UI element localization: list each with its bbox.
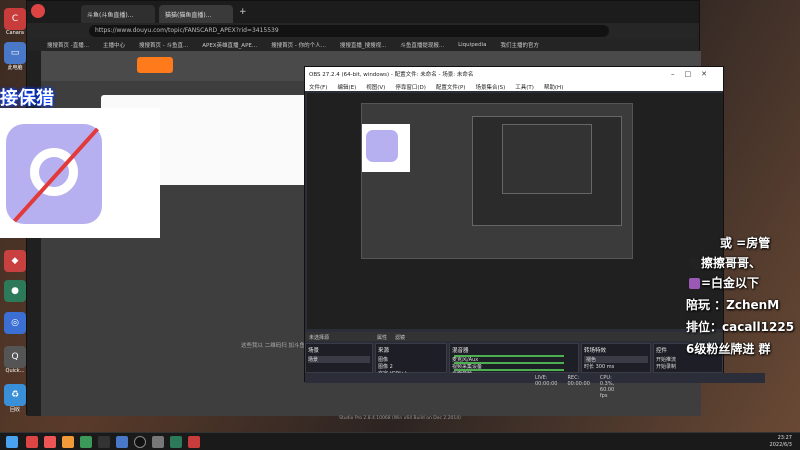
bookmark-item[interactable]: 搜搜直播_搜搜视... [340,41,387,49]
source-toolbar: 未选择源 属性 滤镜 [305,332,723,341]
bookmark-item[interactable]: Liquipedia [458,42,486,48]
sources-dock: 来源 图像 图像 2 文字 (GDI+) [375,343,447,377]
rec-status: REC: 00:00:00 [567,375,590,387]
volume-meter [454,355,564,357]
overlay-line-fans: 6级粉丝牌进 群 [686,342,771,356]
taskbar-app-icon[interactable] [62,436,74,448]
menu-view[interactable]: 视图(V) [366,83,385,91]
desktop-icon-app[interactable]: ◎ [4,312,26,334]
start-streaming-button[interactable]: 开始推流 [656,356,720,363]
cpu-status: CPU: 0.3%, 60.00 fps [599,375,615,399]
taskbar: 23:27 2022/6/3 [0,432,800,450]
preview-screen [361,103,633,259]
scene-item[interactable]: 场景 [308,356,370,363]
menu-docks[interactable]: 停靠窗口(D) [395,83,426,91]
tiktok-icon [689,258,700,269]
desktop-icon-app[interactable]: ● [4,280,26,302]
tab-strip: 斗鱼(斗鱼直播)... 猫猫(猫鱼直播)... + [27,1,699,23]
menu-tools[interactable]: 工具(T) [515,83,534,91]
obs-statusbar: LIVE: 00:00:00 REC: 00:00:00 CPU: 0.3%, … [305,373,765,399]
quick-icon[interactable]: Q [4,346,26,368]
taskbar-app-icon[interactable] [188,436,200,448]
footer-text: Studio Pro 2.8.4.10068 (Win x64 Build on… [339,416,461,421]
address-bar: https://www.douyu.com/topic/FANSCARD_APE… [27,23,699,39]
volume-meter [454,369,564,371]
overlay-line-ranked: 排位：cacall1225 [686,320,795,334]
clock-date: 2022/6/3 [769,441,792,448]
live-title: 接保猎 [0,88,54,109]
obs-taskbar-icon[interactable] [134,436,146,448]
no-source-label: 未选择源 [309,335,330,341]
overlay-line-admin: 或 =房管 [720,236,771,250]
dock-title: 混音器 [452,348,469,354]
start-icon[interactable] [6,436,18,448]
obs-menubar: 文件(F) 编辑(E) 视图(V) 停靠窗口(D) 配置文件(P) 场景集合(S… [305,81,723,91]
overlay-line-thanks: 擦擦哥哥、 [688,254,761,271]
new-tab-icon[interactable]: + [239,7,247,17]
transitions-dock: 转场特效 褪色 时长 300 ms [581,343,651,373]
dock-title: 转场特效 [584,348,607,354]
browser-menu-icon[interactable] [31,4,45,18]
source-item[interactable]: 图像 2 [378,363,444,370]
live-status: LIVE: 00:00:00 [535,375,558,387]
overlay-line-companion: 陪玩 ：ZchenM [686,298,780,312]
dock-title: 场景 [308,348,320,354]
menu-edit[interactable]: 编辑(E) [337,83,356,91]
taskbar-app-icon[interactable] [44,436,56,448]
dock-title: 来源 [378,348,390,354]
desktop-icon-canara[interactable]: C [4,8,26,30]
bookmark-item[interactable]: 搜搜首页 - 斗鱼直... [139,41,188,49]
bookmark-item[interactable]: 我们主播的官方 [500,41,539,49]
filters-button[interactable]: 滤镜 [395,334,405,341]
bookmark-item[interactable]: 斗鱼直播提现报... [400,41,444,49]
mixer-dock: 混音器 麦克风/Aux 视频采集设备 桌面音频 [449,343,579,377]
preview-camera-icon [366,130,398,162]
this-pc-icon[interactable]: ▭ [4,42,26,64]
properties-button[interactable]: 属性 [377,334,387,341]
bookmarks-bar: 搜搜首页 -直播... 主播中心 搜搜首页 - 斗鱼直... APEX英雄直播_… [27,39,699,51]
obs-preview[interactable] [307,93,723,329]
bookmark-item[interactable]: 搜搜首页 - 你的个人... [271,41,326,49]
url-input[interactable]: https://www.douyu.com/topic/FANSCARD_APE… [89,25,609,37]
menu-help[interactable]: 帮助(H) [544,83,563,91]
recycle-bin-icon[interactable]: ♻ [4,384,26,406]
taskbar-app-icon[interactable] [26,436,38,448]
source-item[interactable]: 图像 [378,356,444,363]
taskbar-app-icon[interactable] [116,436,128,448]
taskbar-app-icon[interactable] [170,436,182,448]
transition-duration[interactable]: 时长 300 ms [584,363,648,370]
badge-icon [689,278,700,289]
tab-douyu-1[interactable]: 斗鱼(斗鱼直播)... [81,5,155,23]
window-controls: –□✕ [671,70,717,78]
douyu-logo[interactable] [137,57,173,73]
menu-scene-collection[interactable]: 场景集合(S) [475,83,505,91]
transition-select[interactable]: 褪色 [584,356,648,363]
page-footer-text: 这些我以 二维码扫 加斗鱼 [241,343,305,349]
taskbar-app-icon[interactable] [152,436,164,448]
taskbar-clock[interactable]: 23:27 2022/6/3 [770,435,792,448]
preview-nested-window [502,124,592,194]
tab-douyu-2[interactable]: 猫猫(猫鱼直播)... [159,5,233,23]
taskbar-app-icon[interactable] [98,436,110,448]
bookmark-item[interactable]: 主播中心 [103,41,125,49]
bookmark-item[interactable]: APEX英雄直播_APE... [202,41,257,49]
volume-meter [454,362,564,364]
menu-profile[interactable]: 配置文件(P) [436,83,466,91]
scenes-dock: 场景 场景 [305,343,373,373]
taskbar-app-icon[interactable] [80,436,92,448]
bookmark-item[interactable]: 搜搜首页 -直播... [47,41,89,49]
obs-title: OBS 27.2.4 (64-bit, windows) - 配置文件: 未命名… [305,67,723,81]
menu-file[interactable]: 文件(F) [309,83,327,91]
overlay-line-rank: =白金以下 [688,274,759,291]
obs-window: OBS 27.2.4 (64-bit, windows) - 配置文件: 未命名… [304,66,765,399]
start-recording-button[interactable]: 开始录制 [656,363,720,370]
desktop-icon-app[interactable]: ◆ [4,250,26,272]
